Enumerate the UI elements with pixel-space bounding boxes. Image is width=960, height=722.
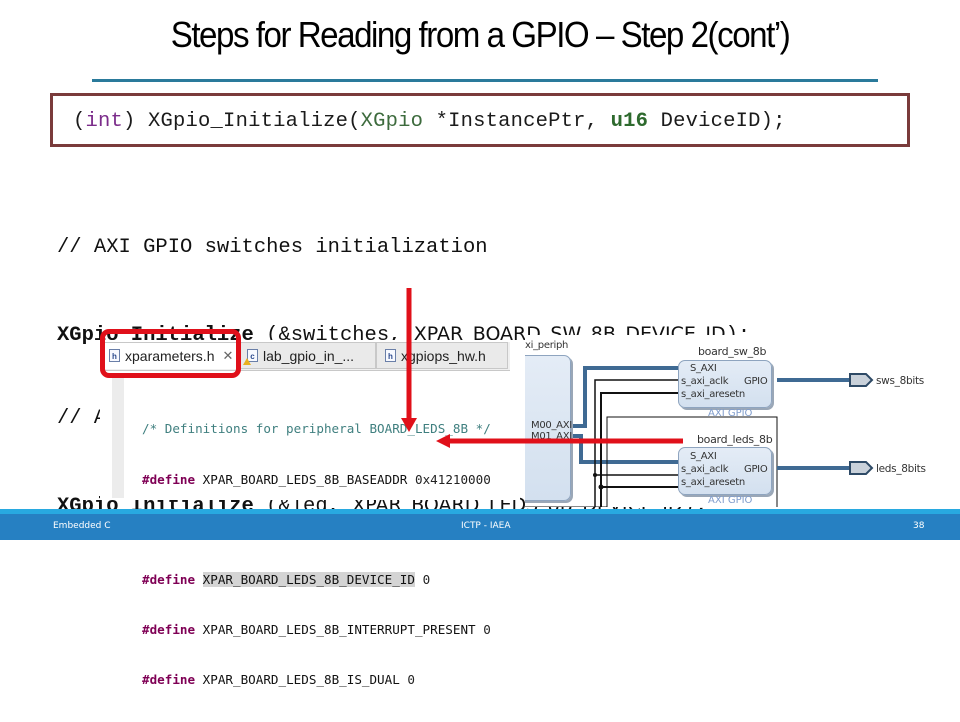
- source-comment: /* Definitions for peripheral BOARD_LEDS…: [142, 421, 491, 437]
- define-keyword: #define: [142, 471, 196, 487]
- editor-gutter: [112, 376, 124, 498]
- port-m00-axi: M00_AXI: [531, 420, 572, 431]
- port-s-axi-aresetn: s_axi_aresetn: [681, 477, 745, 488]
- external-port-label-leds: leds_8bits: [876, 463, 926, 475]
- paren-close: ): [123, 110, 136, 133]
- define-line: #define XPAR_BOARD_LEDS_8B_INTERRUPT_PRE…: [142, 622, 491, 639]
- axi-wire-m01: [572, 434, 678, 464]
- function-name: XGpio_Initialize(: [135, 110, 361, 133]
- port-s-axi: S_AXI: [690, 451, 717, 462]
- code-comment: // AXI GPIO switches initialization: [57, 236, 488, 259]
- external-port-label-sws: sws_8bits: [876, 375, 924, 387]
- title-underline: [92, 79, 878, 82]
- define-line: #define XPAR_BOARD_LEDS_8B_BASEADDR 0x41…: [142, 472, 491, 489]
- port-s-axi-aclk: s_axi_aclk: [681, 376, 729, 387]
- interconnect-label: xi_periph: [525, 340, 569, 351]
- param1-name: *InstancePtr,: [423, 110, 611, 133]
- param2-type: u16: [610, 110, 649, 133]
- define-value: 0: [407, 671, 415, 687]
- function-signature: (int) XGpio_Initialize(XGpio *InstancePt…: [73, 110, 786, 133]
- warning-icon: [243, 358, 251, 365]
- define-value: 0x41210000: [414, 471, 491, 487]
- define-name: XPAR_BOARD_LEDS_8B_IS_DUAL: [202, 671, 400, 687]
- define-line: #define XPAR_BOARD_LEDS_8B_IS_DUAL 0: [142, 672, 491, 689]
- function-signature-box: (int) XGpio_Initialize(XGpio *InstancePt…: [50, 93, 910, 147]
- define-name: XPAR_BOARD_LEDS_8B_BASEADDR: [202, 471, 408, 487]
- return-type: int: [85, 110, 124, 133]
- block-name-board-leds: board_leds_8b: [697, 433, 773, 446]
- define-name-selected: XPAR_BOARD_LEDS_8B_DEVICE_ID: [202, 571, 415, 587]
- highlight-box-xparameters-tab: [100, 329, 241, 378]
- header-file-icon: h: [385, 349, 396, 362]
- slide-number: 38: [913, 521, 925, 531]
- tab-lab-gpio-in[interactable]: c lab_gpio_in_...: [238, 342, 376, 369]
- wire-junction: [598, 484, 604, 490]
- port-gpio: GPIO: [744, 464, 768, 475]
- editor-source[interactable]: /* Definitions for peripheral BOARD_LEDS…: [142, 388, 491, 722]
- paren-open: (: [73, 110, 86, 133]
- define-line-highlighted: #define XPAR_BOARD_LEDS_8B_DEVICE_ID 0: [142, 571, 491, 589]
- port-m01-axi: M01_AXI: [531, 431, 572, 442]
- tab-label: lab_gpio_in_...: [263, 347, 355, 364]
- tab-label: xgpiops_hw.h: [401, 347, 486, 364]
- footer-course: Embedded C: [53, 521, 111, 531]
- param2-name: DeviceID);: [648, 110, 786, 133]
- block-caption: AXI GPIO: [708, 408, 753, 419]
- external-port-sws: [849, 373, 874, 387]
- define-keyword: #define: [142, 671, 196, 687]
- port-gpio: GPIO: [744, 376, 768, 387]
- tab-xgpiops-hw-h[interactable]: h xgpiops_hw.h: [376, 342, 508, 369]
- block-diagram: xi_periph M00_AXI M01_AXI board_sw_8b S_…: [525, 335, 960, 507]
- port-s-axi-aclk: s_axi_aclk: [681, 464, 729, 475]
- define-value: 0: [483, 621, 491, 637]
- reset-wire-sw: [600, 392, 678, 507]
- param1-type: XGpio: [360, 110, 424, 133]
- port-s-axi: S_AXI: [690, 363, 717, 374]
- slide-title: Steps for Reading from a GPIO – Step 2(c…: [170, 14, 791, 55]
- block-caption: AXI GPIO: [708, 495, 753, 506]
- define-keyword: #define: [142, 571, 196, 587]
- external-port-leds: [849, 461, 874, 475]
- block-name-board-sw: board_sw_8b: [698, 345, 767, 358]
- c-file-warning-icon: c: [243, 349, 258, 365]
- define-keyword: #define: [142, 621, 196, 637]
- wire-junction: [593, 473, 597, 477]
- define-value: 0: [422, 571, 431, 587]
- port-s-axi-aresetn: s_axi_aresetn: [681, 389, 745, 400]
- slide-footer: Embedded C ICTP - IAEA 38: [0, 514, 960, 540]
- footer-org: ICTP - IAEA: [461, 521, 511, 531]
- define-name: XPAR_BOARD_LEDS_8B_INTERRUPT_PRESENT: [202, 621, 476, 637]
